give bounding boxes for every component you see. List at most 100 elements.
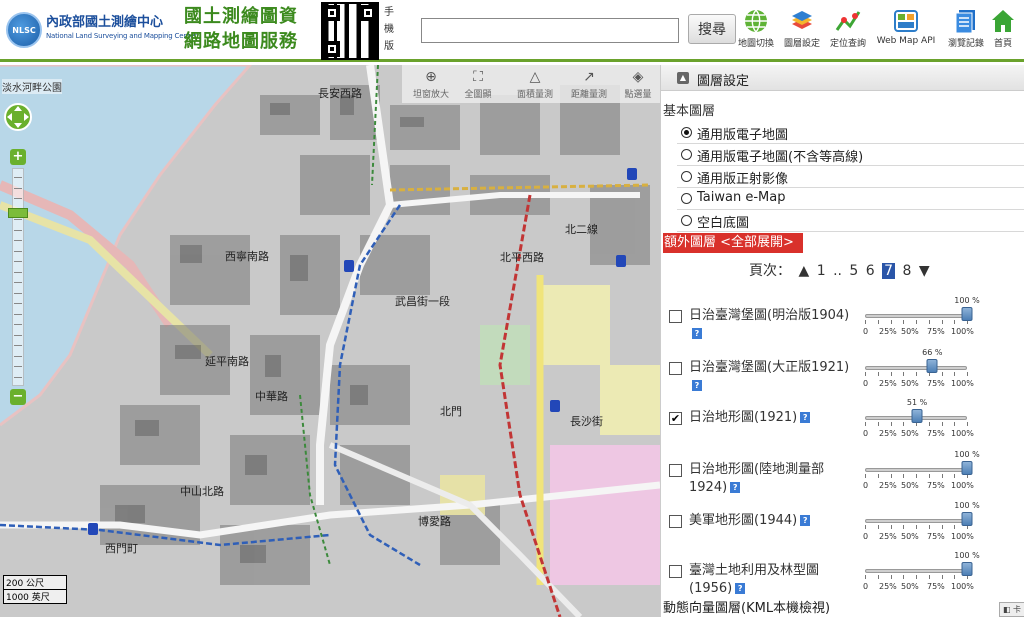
opacity-tick [877, 575, 879, 579]
zoom-slider-track[interactable] [12, 168, 24, 386]
layer-checkbox[interactable] [669, 362, 682, 375]
layer-checkbox[interactable] [669, 515, 682, 528]
kml-layers-heading[interactable]: 動態向量圖層(KML本機檢視) [663, 597, 830, 616]
layer-name-text: 日治臺灣堡圖(大正版1921) [689, 360, 850, 375]
opacity-track[interactable] [865, 569, 967, 573]
pager-next-icon[interactable]: ▼ [919, 263, 930, 279]
mobile-version-label[interactable]: 手機版 [384, 4, 396, 55]
zoom-out-button[interactable]: − [10, 389, 26, 405]
layer-checkbox[interactable] [669, 464, 682, 477]
map-tool-label: 面積量測 [516, 90, 553, 100]
layer-checkbox[interactable] [669, 310, 682, 323]
base-option-orthophoto[interactable]: 通用版正射影像 [677, 166, 1024, 188]
pager-page-1[interactable]: 1 [817, 263, 826, 279]
radio-button[interactable] [681, 193, 692, 204]
tool-label: Web Map API [876, 36, 936, 46]
zoom-box-button[interactable]: ⊕ 坦窗放大 [408, 67, 454, 100]
radio-button[interactable] [681, 127, 692, 138]
opacity-tick [890, 422, 892, 426]
base-option-taiwan-emap[interactable]: Taiwan e-Map [677, 188, 1024, 210]
opacity-tick [954, 575, 956, 579]
opacity-tick [903, 372, 905, 376]
help-icon[interactable]: ? [735, 583, 746, 594]
opacity-slider[interactable]: 100 % 0 25% 50% 75% 100% [863, 551, 980, 595]
zoom-in-button[interactable]: + [10, 149, 26, 165]
radio-button[interactable] [681, 215, 692, 226]
full-extent-button[interactable]: ⛶ 全圖顯 [458, 67, 498, 100]
opacity-scale-label: 0 [863, 532, 869, 541]
pager-prev-icon[interactable]: ▲ [798, 263, 809, 279]
opacity-tick [903, 320, 905, 324]
opacity-slider[interactable]: 66 % 0 25% 50% 75% 100% [863, 348, 974, 392]
pager-page-8[interactable]: 8 [903, 263, 912, 279]
opacity-scale-label: 75% [927, 379, 945, 388]
panel-title: 圖層設定 [697, 74, 750, 89]
map-view[interactable]: 長安西路 北平西路 武昌街一段 北門 西寧南路 中華路 延平南路 北二線 西門町… [0, 65, 660, 617]
opacity-slider[interactable]: 100 % 0 25% 50% 75% 100% [863, 450, 980, 494]
base-option-general-emap[interactable]: 通用版電子地圖 [677, 122, 1024, 144]
layer-settings-button[interactable]: 圖層設定 [780, 8, 824, 54]
opacity-handle[interactable] [926, 359, 938, 373]
opacity-handle[interactable] [961, 512, 973, 526]
opacity-ticks [865, 372, 968, 378]
opacity-handle[interactable] [961, 461, 973, 475]
home-button[interactable]: 首頁 [988, 8, 1018, 54]
layer-checkbox[interactable] [669, 565, 682, 578]
opacity-scale-label: 75% [927, 327, 945, 336]
base-option-label: 通用版電子地圖 [697, 128, 789, 143]
opacity-slider[interactable]: 100 % 0 25% 50% 75% 100% [863, 501, 980, 545]
layer-checkbox[interactable]: ✔ [669, 412, 682, 425]
help-icon[interactable]: ? [692, 380, 702, 391]
map-tool-label: 距離量測 [570, 90, 607, 100]
opacity-tick [916, 525, 917, 529]
radio-button[interactable] [681, 149, 692, 160]
opacity-value: 51 % [906, 398, 928, 407]
radio-button[interactable] [681, 171, 692, 182]
distance-measure-button[interactable]: ↗ 距離量測 [566, 67, 612, 100]
help-icon[interactable]: ? [692, 328, 702, 339]
corner-toggle-button[interactable]: ◧ 卡 [999, 602, 1024, 617]
pan-control[interactable] [2, 97, 34, 137]
qr-code-icon[interactable] [321, 2, 379, 60]
opacity-handle[interactable] [911, 409, 923, 423]
base-option-no-contour[interactable]: 通用版電子地圖(不含等高線) [677, 144, 1024, 166]
help-icon[interactable]: ? [800, 515, 811, 526]
help-icon[interactable]: ? [800, 412, 811, 423]
opacity-tick [877, 422, 879, 426]
pager-page-6[interactable]: 6 [866, 263, 875, 279]
opacity-track[interactable] [865, 468, 967, 472]
opacity-handle[interactable] [961, 307, 973, 321]
search-button[interactable]: 搜尋 [688, 14, 736, 44]
extra-layers-expand-all[interactable]: 額外圖層 <全部展開> [663, 233, 803, 253]
opacity-track[interactable] [865, 366, 967, 370]
zoom-slider-handle[interactable] [8, 208, 28, 218]
opacity-tick [903, 525, 905, 529]
pager-page-7-current[interactable]: 7 [882, 263, 896, 279]
base-option-blank[interactable]: 空白底圖 [677, 210, 1024, 232]
opacity-track[interactable] [865, 519, 967, 523]
opacity-scale-label: 100% [951, 481, 974, 490]
home-icon [992, 10, 1014, 32]
map-switch-button[interactable]: 地圖切換 [736, 8, 776, 54]
opacity-track[interactable] [865, 314, 967, 318]
map-canvas[interactable]: 長安西路 北平西路 武昌街一段 北門 西寧南路 中華路 延平南路 北二線 西門町… [0, 65, 660, 617]
opacity-slider[interactable]: 100 % 0 25% 50% 75% 100% [863, 296, 980, 340]
opacity-handle[interactable] [961, 562, 973, 576]
opacity-value: 100 % [954, 450, 980, 459]
opacity-scale-label: 0 [863, 327, 869, 336]
opacity-tick [928, 320, 930, 324]
api-icon [894, 10, 918, 32]
pager-page-5[interactable]: 5 [849, 263, 858, 279]
area-measure-button[interactable]: △ 面積量測 [512, 67, 558, 100]
web-map-api-button[interactable]: Web Map API [872, 8, 940, 54]
zoom-tick [14, 187, 22, 189]
locate-query-button[interactable]: 定位查詢 [826, 8, 870, 54]
search-input[interactable] [421, 18, 679, 43]
point-query-button[interactable]: ◈ 點選量 [616, 67, 660, 100]
collapse-icon[interactable]: ▲ [677, 72, 689, 84]
nlsc-logo[interactable]: NLSC [6, 12, 42, 48]
opacity-scale-label: 25% [879, 582, 897, 591]
help-icon[interactable]: ? [730, 482, 741, 493]
browse-history-button[interactable]: 瀏覽記錄 [944, 8, 988, 54]
opacity-slider[interactable]: 51 % 0 25% 50% 75% 100% [863, 398, 974, 442]
